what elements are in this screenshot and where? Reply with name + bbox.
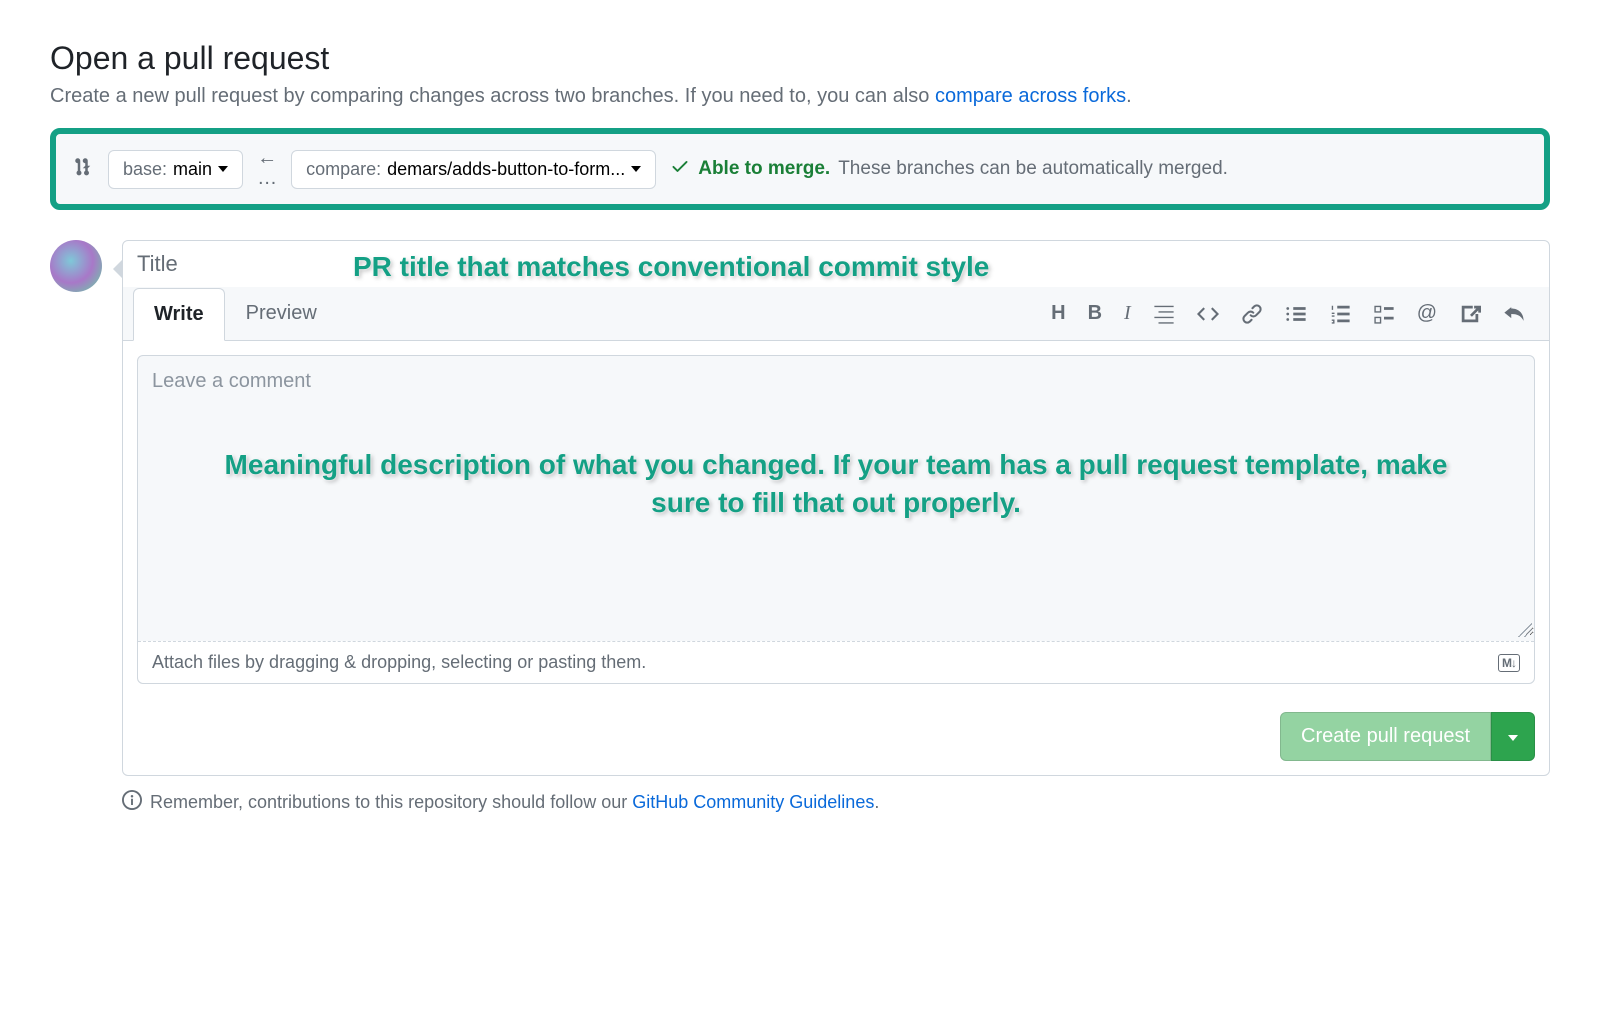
footer-suffix: . (874, 792, 879, 812)
tab-preview[interactable]: Preview (225, 287, 338, 340)
task-list-icon[interactable] (1373, 302, 1395, 325)
subtitle-suffix: . (1126, 85, 1132, 107)
avatar (50, 240, 102, 292)
resize-handle[interactable] (1518, 623, 1532, 637)
footer-prefix: Remember, contributions to this reposito… (150, 792, 632, 812)
mention-icon[interactable]: @ (1417, 302, 1437, 325)
info-icon (122, 790, 142, 815)
caret-down-icon (631, 166, 641, 172)
tabs: Write Preview H B I (123, 287, 1549, 341)
markdown-toolbar: H B I (1051, 302, 1539, 325)
compare-forks-link[interactable]: compare across forks (935, 85, 1126, 107)
create-pull-request-button[interactable]: Create pull request (1280, 712, 1491, 761)
arrow-separator: ← … (257, 148, 277, 190)
branch-compare-box: base: main ← … compare: demars/adds-butt… (50, 128, 1550, 210)
ordered-list-icon[interactable] (1329, 302, 1351, 325)
italic-icon[interactable]: I (1124, 302, 1131, 325)
tab-write[interactable]: Write (133, 288, 225, 341)
page-title: Open a pull request (50, 40, 1550, 77)
compare-icon (74, 157, 94, 182)
merge-detail-text: These branches can be automatically merg… (838, 158, 1228, 180)
check-icon (670, 156, 690, 182)
create-pull-request-dropdown[interactable] (1491, 712, 1535, 761)
merge-able-text: Able to merge. (698, 158, 830, 180)
code-icon[interactable] (1197, 302, 1219, 325)
attach-hint-row[interactable]: Attach files by dragging & dropping, sel… (138, 641, 1534, 683)
markdown-supported-icon[interactable]: M↓ (1498, 654, 1520, 672)
caret-down-icon (218, 166, 228, 172)
base-label: base: (123, 159, 167, 180)
cross-reference-icon[interactable] (1459, 302, 1481, 325)
community-guidelines-link[interactable]: GitHub Community Guidelines (632, 792, 874, 812)
page-subtitle: Create a new pull request by comparing c… (50, 85, 1550, 108)
title-label: Title (137, 251, 178, 277)
compare-branch-button[interactable]: compare: demars/adds-button-to-form... (291, 150, 656, 189)
base-branch-button[interactable]: base: main (108, 150, 243, 189)
attach-hint-text: Attach files by dragging & dropping, sel… (152, 652, 646, 673)
unordered-list-icon[interactable] (1285, 302, 1307, 325)
compare-value: demars/adds-button-to-form... (387, 159, 625, 180)
caret-down-icon (1508, 735, 1518, 741)
bold-icon[interactable]: B (1088, 302, 1102, 325)
compare-label: compare: (306, 159, 381, 180)
footer-note: Remember, contributions to this reposito… (50, 790, 1550, 815)
annotation-body-hint: Meaningful description of what you chang… (222, 446, 1450, 522)
quote-icon[interactable] (1153, 302, 1175, 325)
pr-form: Title PR title that matches conventional… (122, 240, 1550, 776)
link-icon[interactable] (1241, 302, 1263, 325)
reply-icon[interactable] (1503, 302, 1525, 325)
ellipsis-icon: … (257, 168, 277, 188)
arrow-left-icon: ← (257, 148, 277, 168)
subtitle-text: Create a new pull request by comparing c… (50, 85, 935, 107)
annotation-title-hint: PR title that matches conventional commi… (353, 251, 989, 283)
merge-status: Able to merge. These branches can be aut… (670, 156, 1228, 182)
base-value: main (173, 159, 212, 180)
heading-icon[interactable]: H (1051, 302, 1065, 325)
